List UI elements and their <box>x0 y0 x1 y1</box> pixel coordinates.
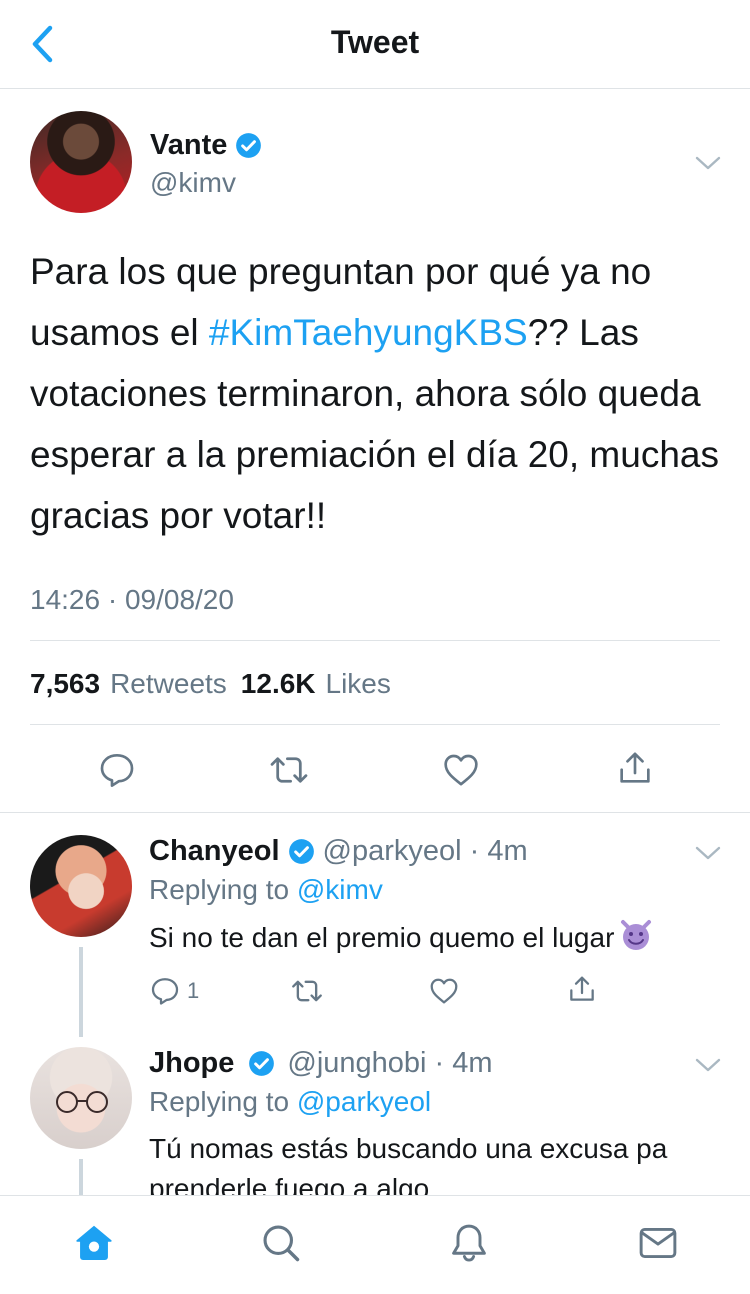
share-button[interactable] <box>562 969 602 1009</box>
replying-prefix: Replying to <box>149 1086 297 1117</box>
author-name[interactable]: Chanyeol <box>149 835 280 868</box>
share-icon <box>620 752 650 783</box>
chevron-down-icon[interactable] <box>694 1055 722 1075</box>
hashtag-link[interactable]: #KimTaehyungKBS <box>209 312 528 353</box>
home-icon <box>76 1225 112 1261</box>
top-bar: Tweet <box>0 0 750 89</box>
author-handle[interactable]: @parkyeol · 4m <box>323 835 528 868</box>
page-title: Tweet <box>330 24 420 60</box>
tab-messages[interactable] <box>635 1220 681 1266</box>
chevron-down-icon[interactable] <box>694 843 722 863</box>
heart-icon <box>430 978 458 1004</box>
avatar[interactable] <box>30 835 132 937</box>
likes-count[interactable]: 12.6K <box>241 668 316 700</box>
reply-count: 1 <box>187 978 200 1003</box>
retweets-count[interactable]: 7,563 <box>30 668 100 700</box>
thread-line <box>79 947 83 1037</box>
reply-text: Si no te dan el premio quemo el lugar <box>149 917 729 958</box>
verified-badge-icon <box>236 133 262 158</box>
reply-tweet[interactable]: Chanyeol @parkyeol · 4m Replying to @kim… <box>0 813 750 1037</box>
avatar[interactable] <box>30 111 132 213</box>
retweet-icon <box>270 757 308 783</box>
thread-line <box>79 1159 83 1195</box>
tab-search[interactable] <box>258 1220 304 1266</box>
divider <box>30 640 720 641</box>
reply-button[interactable]: 1 <box>149 971 199 1011</box>
retweet-icon <box>292 980 322 1002</box>
replying-prefix: Replying to <box>149 874 297 905</box>
replying-to-link[interactable]: @parkyeol <box>297 1086 431 1117</box>
likes-label[interactable]: Likes <box>326 668 391 700</box>
verified-badge-icon <box>249 1051 275 1076</box>
retweet-button[interactable] <box>266 747 312 793</box>
smiling-imp-icon <box>621 920 652 950</box>
reply-icon <box>151 978 179 1005</box>
glasses-graphic <box>56 1091 108 1113</box>
mail-icon <box>639 1227 677 1259</box>
bell-icon <box>452 1224 486 1262</box>
heart-icon <box>444 754 478 786</box>
reply-button[interactable] <box>94 747 140 793</box>
like-button[interactable] <box>424 971 464 1011</box>
search-icon <box>263 1225 300 1262</box>
tweet-text: Para los que preguntan por qué ya no usa… <box>30 241 720 546</box>
replying-to-link[interactable]: @kimv <box>297 874 383 905</box>
divider <box>30 724 720 725</box>
verified-badge-icon <box>288 839 314 864</box>
reply-icon <box>100 754 134 787</box>
share-button[interactable] <box>612 745 658 791</box>
retweets-label[interactable]: Retweets <box>110 668 227 700</box>
reply-header: Jhope @junghobi · 4m <box>149 1047 493 1080</box>
reply-text-content: Si no te dan el premio quemo el lugar <box>149 922 615 953</box>
author-name[interactable]: Jhope <box>149 1047 234 1080</box>
author-name-row[interactable]: Vante <box>150 129 262 162</box>
author-name[interactable]: Vante <box>150 129 227 162</box>
reply-text: Tú nomas estás buscando una excusa pa pr… <box>149 1133 668 1195</box>
author-handle[interactable]: @kimv <box>150 167 236 199</box>
tweet-timestamp: 14:26 · 09/08/20 <box>30 584 234 615</box>
main-tweet: Vante @kimv Para los que preguntan por q… <box>0 89 750 813</box>
reply-header: Chanyeol @parkyeol · 4m <box>149 835 528 868</box>
tab-home[interactable] <box>71 1220 117 1266</box>
chevron-down-icon[interactable] <box>694 153 722 173</box>
replying-to: Replying to @kimv <box>149 874 383 906</box>
bottom-tab-bar <box>0 1195 750 1294</box>
like-button[interactable] <box>438 747 484 793</box>
tab-notifications[interactable] <box>446 1220 492 1266</box>
replying-to: Replying to @parkyeol <box>149 1086 431 1118</box>
tweet-stats: 7,563 Retweets 12.6K Likes <box>30 668 391 700</box>
share-icon <box>570 976 594 1001</box>
reply-tweet[interactable]: Jhope @junghobi · 4m Replying to @parkye… <box>0 1025 750 1195</box>
author-handle[interactable]: @junghobi · 4m <box>287 1047 492 1080</box>
retweet-button[interactable] <box>287 971 327 1011</box>
